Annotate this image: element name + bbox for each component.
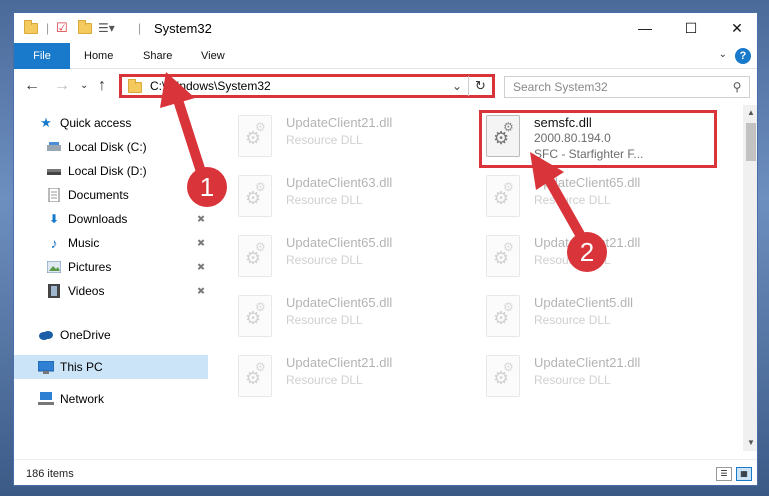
folder-icon [128,79,142,93]
new-folder-icon[interactable] [78,19,92,37]
file-item[interactable]: ⚙ ⚙ UpdateClient65.dll Resource DLL [478,169,714,225]
sidebar-item-label: Pictures [68,260,112,274]
download-icon: ⬇ [48,212,60,226]
sidebar-item-label: Network [60,392,105,406]
file-item[interactable]: ⚙ ⚙ UpdateClient5.dll Resource DLL [478,289,714,345]
file-item[interactable]: ⚙ ⚙ UpdateClient65.dll Resource DLL [230,289,466,345]
sidebar-item-local-disk-d[interactable]: Local Disk (D:) [14,159,208,183]
cloud-icon [38,328,54,342]
tiles-view-icon[interactable]: ▦ [736,467,752,481]
ribbon: File Home Share View ⌄ ? [14,43,757,69]
sidebar-item-label: Local Disk (D:) [68,164,147,178]
tab-share[interactable]: Share [143,43,172,69]
sidebar-item-network[interactable]: Network [14,387,208,411]
selected-file-highlight [479,110,717,168]
tab-view[interactable]: View [201,43,225,69]
sidebar-item-label: Downloads [68,212,128,226]
address-bar[interactable]: C:\Windows\System32 ⌄ ↻ [119,74,495,98]
music-icon: ♪ [50,235,58,251]
sidebar-item-documents[interactable]: Documents [14,183,208,207]
sidebar-item-local-disk-c[interactable]: Local Disk (C:) [14,135,208,159]
dll-file-icon: ⚙ ⚙ [238,355,272,397]
sidebar-item-label: Local Disk (C:) [68,140,147,154]
recent-locations-icon[interactable]: ⌄ [80,80,88,91]
customize-toolbar-icon[interactable]: ☰▾ [98,19,115,37]
search-box[interactable]: ⚲ [504,76,750,98]
details-view-icon[interactable]: ☰ [716,467,732,481]
drive-icon [46,140,62,154]
dll-file-icon: ⚙ ⚙ [238,295,272,337]
file-item[interactable]: ⚙ ⚙ UpdateClient21.dll Resource DLL [230,349,466,405]
sidebar-item-pictures[interactable]: Pictures ✚ [14,255,208,279]
navigation-pane: ★ Quick access Local Disk (C:) Local Dis… [14,105,208,451]
tab-file[interactable]: File [14,43,70,69]
help-button[interactable]: ? [735,48,751,64]
sidebar-item-this-pc[interactable]: This PC [14,355,208,379]
sidebar-item-label: Music [68,236,100,250]
up-button[interactable]: ↑ [98,77,106,95]
dll-file-icon: ⚙ ⚙ [486,175,520,217]
maximize-button[interactable]: ☐ [668,13,714,43]
forward-button[interactable]: → [54,77,70,95]
expand-ribbon-icon[interactable]: ⌄ [719,49,727,60]
address-text[interactable]: C:\Windows\System32 [150,79,271,93]
file-item[interactable]: ⚙ ⚙ UpdateClient21.dll Resource DLL [478,349,714,405]
videos-icon [46,284,62,298]
scroll-up-icon[interactable]: ▲ [743,105,757,121]
file-item[interactable]: ⚙ ⚙ UpdateClient21.dll Resource DLL [478,229,714,285]
file-item[interactable]: ⚙ ⚙ UpdateClient63.dll Resource DLL [230,169,466,225]
network-icon [38,392,54,406]
sidebar-item-downloads[interactable]: ⬇ Downloads ✚ [14,207,208,231]
dll-file-icon: ⚙ ⚙ [486,235,520,277]
pictures-icon [46,260,62,274]
dll-file-icon: ⚙ ⚙ [486,295,520,337]
sidebar-item-label: Quick access [60,116,132,130]
separator: | [138,21,142,35]
navigation-bar: ← → ⌄ ↑ C:\Windows\System32 ⌄ ↻ ⚲ [14,69,757,103]
status-bar: 186 items ☰ ▦ [14,459,757,485]
address-history-icon[interactable]: ⌄ [452,79,462,93]
sidebar-item-quick-access[interactable]: ★ Quick access [14,111,208,135]
sidebar-item-label: OneDrive [60,328,111,342]
explorer-window: | ☑ ☰▾ | System32 — ☐ ✕ File Home Share … [13,12,758,486]
separator: | [46,21,50,35]
pin-icon[interactable]: ✚ [193,212,207,226]
scroll-down-icon[interactable]: ▼ [743,435,757,451]
vertical-scrollbar[interactable]: ▲ ▼ [743,105,757,451]
sidebar-item-label: Documents [68,188,129,202]
refresh-button[interactable]: ↻ [468,76,492,96]
computer-icon [38,360,54,374]
file-item[interactable]: ⚙ ⚙ UpdateClient65.dll Resource DLL [230,229,466,285]
tab-home[interactable]: Home [84,43,113,69]
documents-icon [46,188,62,202]
back-button[interactable]: ← [24,77,40,95]
file-item[interactable]: ⚙ ⚙ UpdateClient21.dll Resource DLL [230,109,466,165]
title-bar: | ☑ ☰▾ | System32 — ☐ ✕ [14,13,757,43]
pin-icon[interactable]: ✚ [193,260,207,274]
item-count: 186 items [26,468,74,480]
sidebar-item-label: This PC [60,360,103,374]
star-icon: ★ [40,115,52,130]
sidebar-item-videos[interactable]: Videos ✚ [14,279,208,303]
dll-file-icon: ⚙ ⚙ [486,355,520,397]
scroll-thumb[interactable] [746,123,756,161]
dll-file-icon: ⚙ ⚙ [238,175,272,217]
pin-icon[interactable]: ✚ [193,236,207,250]
window-title: System32 [154,21,212,36]
sidebar-item-onedrive[interactable]: OneDrive [14,323,208,347]
search-icon[interactable]: ⚲ [725,80,749,94]
search-input[interactable] [505,77,725,97]
sidebar-item-label: Videos [68,284,105,298]
folder-icon [24,19,38,37]
dll-file-icon: ⚙ ⚙ [238,115,272,157]
sidebar-item-music[interactable]: ♪ Music ✚ [14,231,208,255]
drive-icon [46,164,62,178]
dll-file-icon: ⚙ ⚙ [238,235,272,277]
properties-icon[interactable]: ☑ [56,19,68,37]
minimize-button[interactable]: — [622,13,668,43]
close-button[interactable]: ✕ [714,13,757,43]
pin-icon[interactable]: ✚ [193,284,207,298]
